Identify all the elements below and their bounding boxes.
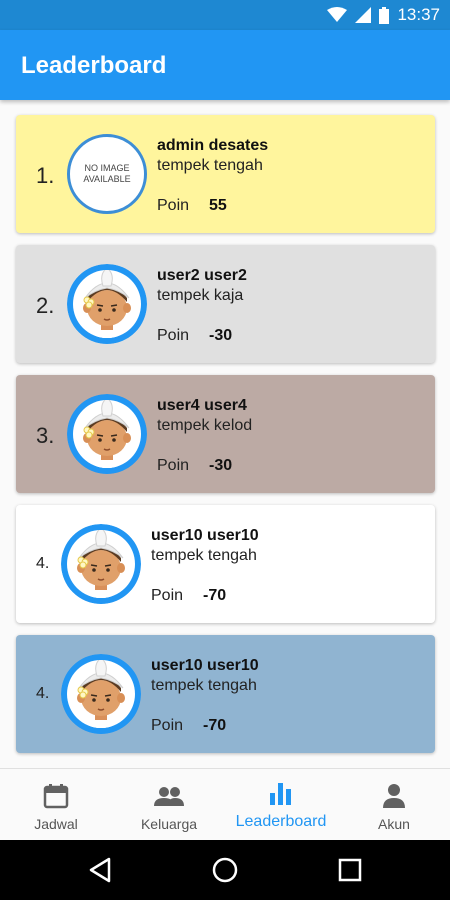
nav-label: Keluarga	[140, 816, 198, 832]
user-name: user10 user10	[151, 527, 259, 544]
user-name: user4 user4	[157, 397, 247, 414]
leaderboard-list[interactable]: 1. NO IMAGE AVAILABLE admin desates temp…	[0, 100, 450, 768]
system-navigation-bar	[0, 840, 450, 900]
poin-label: Poin	[151, 587, 184, 604]
poin-label: Poin	[151, 717, 184, 734]
poin-label: Poin	[157, 197, 190, 214]
user-name: user2 user2	[157, 267, 247, 284]
nav-label: Leaderboard	[235, 813, 327, 830]
leaderboard-card[interactable]: 1. NO IMAGE AVAILABLE admin desates temp…	[16, 115, 435, 233]
avatar	[61, 654, 141, 734]
poin-label: Poin	[157, 327, 190, 344]
person-icon	[383, 784, 405, 808]
poin-value: 55	[209, 197, 227, 214]
battery-icon	[379, 6, 390, 24]
recents-icon[interactable]	[337, 856, 363, 884]
poin-value: -30	[209, 457, 233, 474]
leaderboard-card[interactable]: 2. user2 user2 tempek kaja Poin -30	[16, 245, 435, 363]
leaderboard-card[interactable]: 3. user4 user4 tempek kelod Poin -30	[16, 375, 435, 493]
poin-value: -30	[209, 327, 233, 344]
user-group: tempek tengah	[157, 157, 263, 174]
rank-number: 3.	[36, 423, 55, 448]
wifi-icon	[327, 7, 348, 22]
home-icon[interactable]	[211, 856, 239, 884]
bottom-navigation: Jadwal Keluarga Leaderboard Akun	[0, 768, 450, 840]
page-title: Leaderboard	[21, 52, 167, 79]
nav-item-leaderboard[interactable]: Leaderboard	[225, 769, 337, 841]
people-icon	[154, 787, 184, 806]
user-group: tempek tengah	[151, 547, 257, 564]
app-bar: Leaderboard	[0, 30, 450, 100]
calendar-icon	[43, 784, 69, 809]
rank-number: 1.	[36, 163, 55, 188]
leaderboard-card[interactable]: 4. user10 user10 tempek tengah Poin -70	[16, 505, 435, 623]
nav-item-jadwal[interactable]: Jadwal	[0, 769, 112, 841]
user-name: user10 user10	[151, 657, 259, 674]
signal-icon	[355, 7, 372, 23]
poin-value: -70	[203, 717, 227, 734]
nav-label: Jadwal	[34, 816, 78, 832]
user-name: admin desates	[157, 137, 269, 154]
leaderboard-card[interactable]: 4. user10 user10 tempek tengah Poin -70	[16, 635, 435, 753]
avatar: NO IMAGE AVAILABLE	[67, 134, 147, 214]
back-icon[interactable]	[87, 856, 113, 884]
status-icons: 13:37	[327, 5, 440, 24]
rank-number: 4.	[36, 555, 50, 572]
poin-value: -70	[203, 587, 227, 604]
avatar	[61, 524, 141, 604]
rank-number: 4.	[36, 685, 50, 702]
avatar	[67, 394, 147, 474]
poin-label: Poin	[157, 457, 190, 474]
user-group: tempek tengah	[151, 677, 257, 694]
user-group: tempek kaja	[157, 287, 244, 304]
nav-label: Akun	[378, 816, 410, 832]
avatar	[67, 264, 147, 344]
rank-number: 2.	[36, 293, 55, 318]
no-image-placeholder: NO IMAGE AVAILABLE	[83, 163, 131, 184]
bar-chart-icon	[270, 783, 291, 805]
status-time: 13:37	[397, 5, 440, 24]
status-bar: 13:37	[0, 0, 450, 30]
nav-item-akun[interactable]: Akun	[338, 769, 450, 841]
user-group: tempek kelod	[157, 417, 253, 434]
nav-item-keluarga[interactable]: Keluarga	[113, 769, 225, 841]
